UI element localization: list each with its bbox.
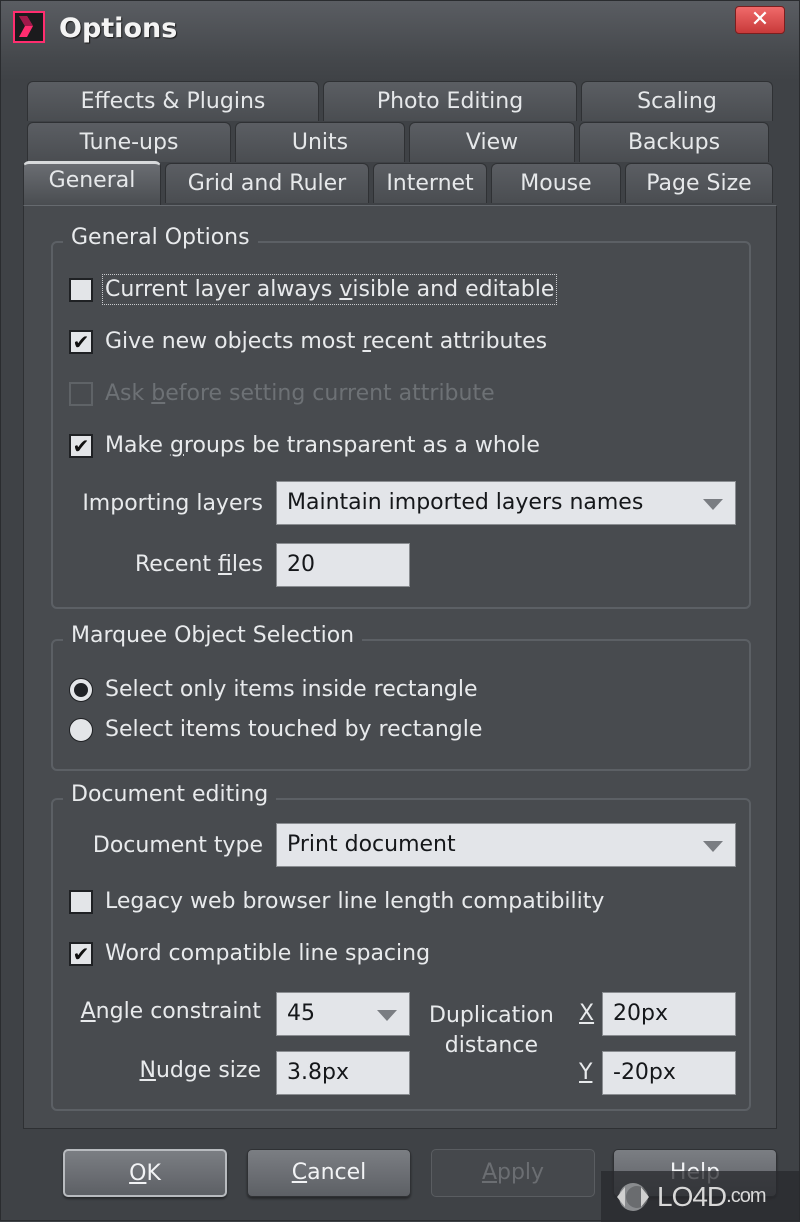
document-type-label: Document type [92, 833, 263, 858]
watermark-text: LO4D [657, 1180, 727, 1212]
duplication-y-input[interactable]: -20px [602, 1051, 736, 1095]
watermark-logo-icon [617, 1182, 649, 1211]
importing-layers-label: Importing layers [82, 491, 263, 516]
checkbox-give-new-objects-recent-attributes[interactable]: ✔ Give new objects most recent attribute… [69, 329, 547, 354]
group-title: Document editing [63, 782, 277, 807]
checkbox-label: Give new objects most recent attributes [105, 329, 548, 354]
tab-page-size[interactable]: Page Size [625, 163, 773, 203]
checkmark-icon: ✔ [72, 941, 90, 966]
tab-grid-and-ruler[interactable]: Grid and Ruler [165, 163, 369, 203]
checkbox-ask-before-setting-attribute: Ask before setting current attribute [69, 381, 495, 406]
angle-constraint-dropdown[interactable]: 45 [276, 992, 410, 1036]
radio-label: Select items touched by rectangle [105, 717, 483, 742]
checkbox[interactable]: ✔ [69, 433, 93, 458]
label-line: distance [444, 1033, 539, 1058]
marquee-selection-group: Marquee Object Selection [51, 623, 751, 771]
watermark-suffix: .com [726, 1185, 766, 1207]
recent-files-input[interactable]: 20 [276, 543, 410, 587]
duplication-x-label: X [579, 1001, 595, 1026]
importing-layers-dropdown[interactable]: Maintain imported layers names [276, 481, 736, 525]
radio-button[interactable] [69, 677, 93, 702]
checkbox-legacy-web-browser-line-length[interactable]: Legacy web browser line length compatibi… [69, 889, 604, 914]
checkbox [69, 381, 93, 406]
tab-backups[interactable]: Backups [579, 122, 769, 162]
checkbox-label: Make groups be transparent as a whole [105, 433, 540, 458]
group-title: Marquee Object Selection [63, 623, 363, 648]
window-title: Options [59, 13, 178, 44]
checkbox-label: Legacy web browser line length compatibi… [105, 889, 605, 914]
nudge-size-input[interactable]: 3.8px [276, 1051, 410, 1095]
tab-general[interactable]: General [23, 161, 161, 205]
radio-label: Select only items inside rectangle [105, 677, 478, 702]
dropdown-value: Print document [287, 832, 456, 857]
tab-units[interactable]: Units [235, 122, 405, 162]
recent-files-label: Recent files [135, 552, 263, 577]
checkbox-current-layer-visible[interactable]: Current layer always visible and editabl… [69, 274, 558, 305]
checkbox[interactable] [69, 889, 93, 914]
checkbox[interactable]: ✔ [69, 329, 93, 354]
chevron-down-icon [703, 499, 723, 510]
options-dialog: Options ✕ Effects & Plugins Photo Editin… [0, 0, 800, 1222]
group-title: General Options [63, 225, 258, 250]
radio-select-touched-by-rectangle[interactable]: Select items touched by rectangle [69, 717, 482, 742]
checkmark-icon: ✔ [72, 433, 90, 458]
checkbox[interactable]: ✔ [69, 941, 93, 966]
document-type-dropdown[interactable]: Print document [276, 823, 736, 867]
radio-select-inside-rectangle[interactable]: Select only items inside rectangle [69, 677, 478, 702]
nudge-size-label: Nudge size [139, 1058, 261, 1083]
checkbox-label: Word compatible line spacing [105, 941, 431, 966]
radio-button[interactable] [69, 717, 93, 742]
watermark: LO4D .com [601, 1171, 800, 1222]
tab-tune-ups[interactable]: Tune-ups [27, 122, 231, 162]
label-line: Duplication [429, 1003, 554, 1028]
tab-effects-plugins[interactable]: Effects & Plugins [27, 81, 319, 121]
dropdown-value: Maintain imported layers names [287, 490, 644, 515]
dropdown-value: 45 [287, 1001, 315, 1026]
close-icon: ✕ [750, 7, 770, 32]
checkbox-label: Ask before setting current attribute [105, 381, 495, 406]
close-button[interactable]: ✕ [735, 6, 785, 34]
cancel-button[interactable]: Cancel [247, 1149, 411, 1197]
tab-internet[interactable]: Internet [373, 163, 487, 203]
checkbox-word-compatible-line-spacing[interactable]: ✔ Word compatible line spacing [69, 941, 430, 966]
title-bar[interactable]: Options ✕ [1, 1, 799, 61]
checkmark-icon: ✔ [72, 329, 90, 354]
chevron-down-icon [377, 1010, 397, 1021]
tab-mouse[interactable]: Mouse [491, 163, 621, 203]
tab-photo-editing[interactable]: Photo Editing [323, 81, 577, 121]
app-logo-icon [13, 11, 45, 43]
apply-button: Apply [431, 1149, 595, 1197]
ok-button[interactable]: OK [63, 1149, 227, 1197]
duplication-x-input[interactable]: 20px [602, 992, 736, 1036]
tab-view[interactable]: View [409, 122, 575, 162]
checkbox[interactable] [69, 277, 93, 302]
checkbox-make-groups-transparent[interactable]: ✔ Make groups be transparent as a whole [69, 433, 540, 458]
angle-constraint-label: Angle constraint [80, 999, 261, 1024]
duplication-distance-label: Duplication distance [429, 1001, 554, 1061]
duplication-y-label: Y [579, 1060, 593, 1085]
tab-scaling[interactable]: Scaling [581, 81, 773, 121]
chevron-down-icon [703, 841, 723, 852]
checkbox-label: Current layer always visible and editabl… [101, 274, 558, 305]
